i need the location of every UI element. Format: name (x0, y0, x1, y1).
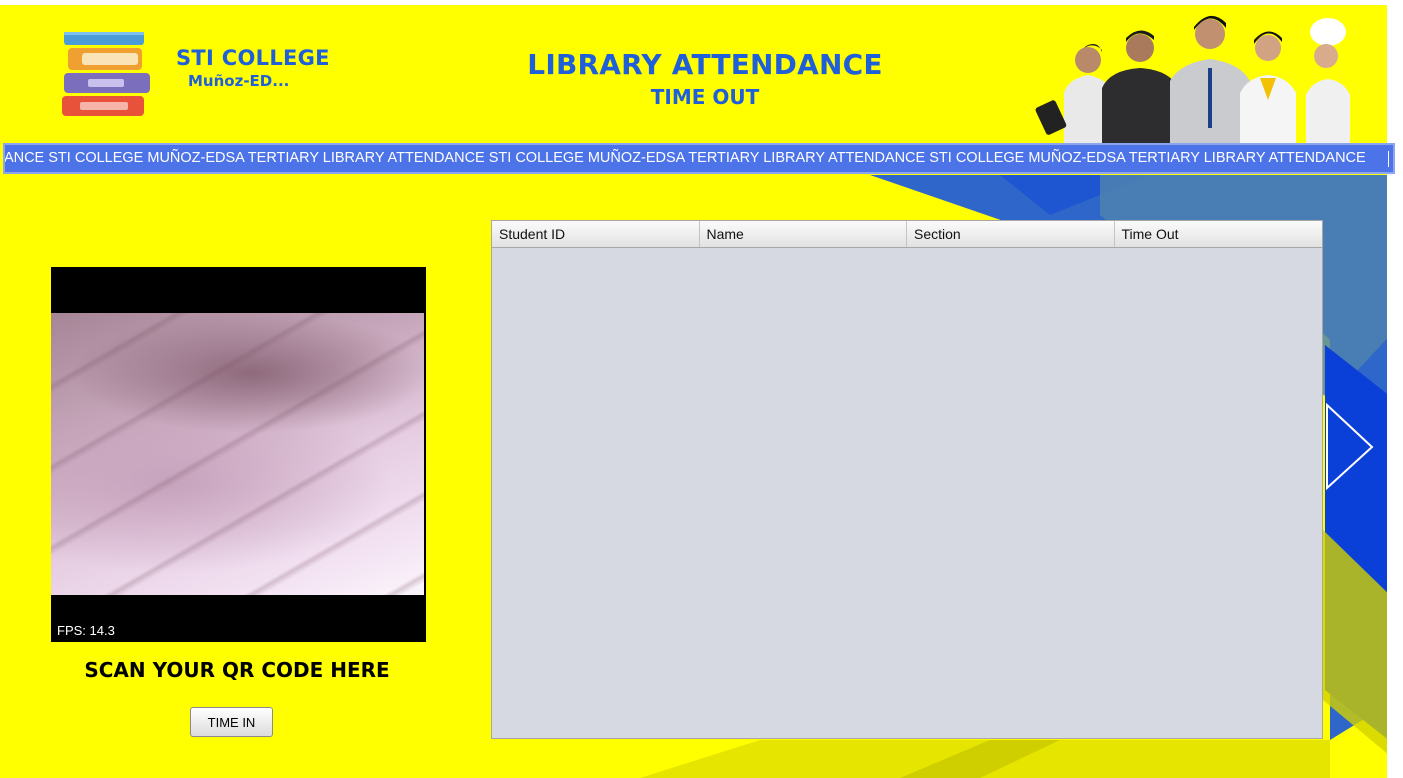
college-block: STI COLLEGE Muñoz-ED... (176, 46, 330, 90)
column-section[interactable]: Section (907, 221, 1115, 247)
college-name: STI COLLEGE (176, 46, 330, 70)
fps-readout: FPS: 14.3 (57, 623, 115, 638)
scan-instruction: SCAN YOUR QR CODE HERE (84, 658, 390, 682)
books-stack-icon (62, 32, 150, 116)
college-branch: Muñoz-ED... (188, 72, 290, 90)
time-in-button[interactable]: TIME IN (190, 707, 273, 737)
students-group-image (1035, 15, 1350, 143)
marquee-text: NDANCE STI COLLEGE MUÑOZ-EDSA TERTIARY L… (3, 150, 1366, 166)
page-subtitle: TIME OUT (650, 85, 760, 109)
window-right-edge (1387, 0, 1403, 778)
column-time-out[interactable]: Time Out (1115, 221, 1323, 247)
page-title: LIBRARY ATTENDANCE (527, 48, 883, 81)
camera-feed-image (51, 313, 424, 595)
text-caret (1388, 151, 1389, 167)
column-student-id[interactable]: Student ID (492, 221, 700, 247)
table-header: Student ID Name Section Time Out (492, 221, 1322, 248)
attendance-table[interactable]: Student ID Name Section Time Out (491, 220, 1323, 739)
marquee-ticker: NDANCE STI COLLEGE MUÑOZ-EDSA TERTIARY L… (3, 143, 1395, 174)
camera-preview: FPS: 14.3 (51, 267, 426, 642)
page-title-block: LIBRARY ATTENDANCE TIME OUT (500, 48, 910, 109)
column-name[interactable]: Name (700, 221, 907, 247)
